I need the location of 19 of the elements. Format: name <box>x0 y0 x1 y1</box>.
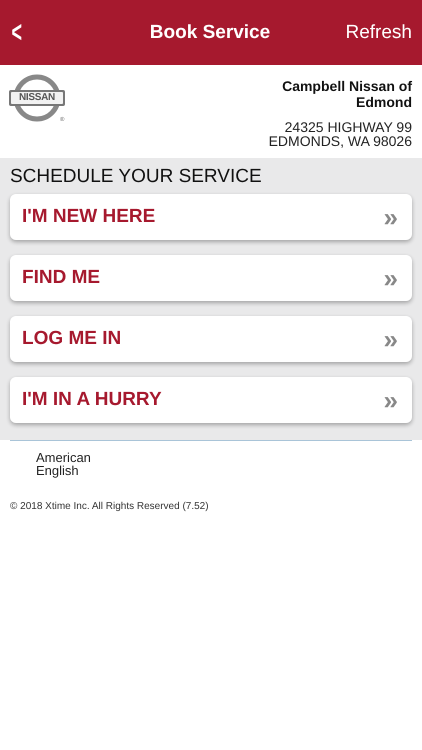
address-line: EDMONDS, WA 98026 <box>268 134 412 148</box>
copyright-text: © 2018 Xtime Inc. All Rights Reserved (7.52) <box>10 501 210 512</box>
logo-ring-icon <box>8 73 66 123</box>
option-button[interactable]: FIND ME » <box>10 255 412 301</box>
refresh-button[interactable]: Refresh <box>345 22 412 44</box>
option-button[interactable]: I'M IN A HURRY » <box>10 377 412 423</box>
chevron-icon: » <box>384 204 398 230</box>
chevron-icon: » <box>384 326 398 352</box>
dealer-name: Campbell Nissan of Edmond <box>281 78 412 110</box>
option-button[interactable]: LOG ME IN » <box>10 316 412 362</box>
address-line: 24325 HIGHWAY 99 <box>284 120 412 134</box>
chevron-icon: » <box>384 265 398 291</box>
logo-text: NISSAN <box>18 92 56 103</box>
option-button[interactable]: I'M NEW HERE » <box>10 194 412 240</box>
back-button[interactable]: < <box>12 16 22 50</box>
screen-title: Book Service <box>150 22 270 44</box>
chevron-icon: » <box>384 387 398 413</box>
language-link[interactable]: American English <box>36 451 106 477</box>
section-title: SCHEDULE YOUR SERVICE <box>10 166 263 188</box>
